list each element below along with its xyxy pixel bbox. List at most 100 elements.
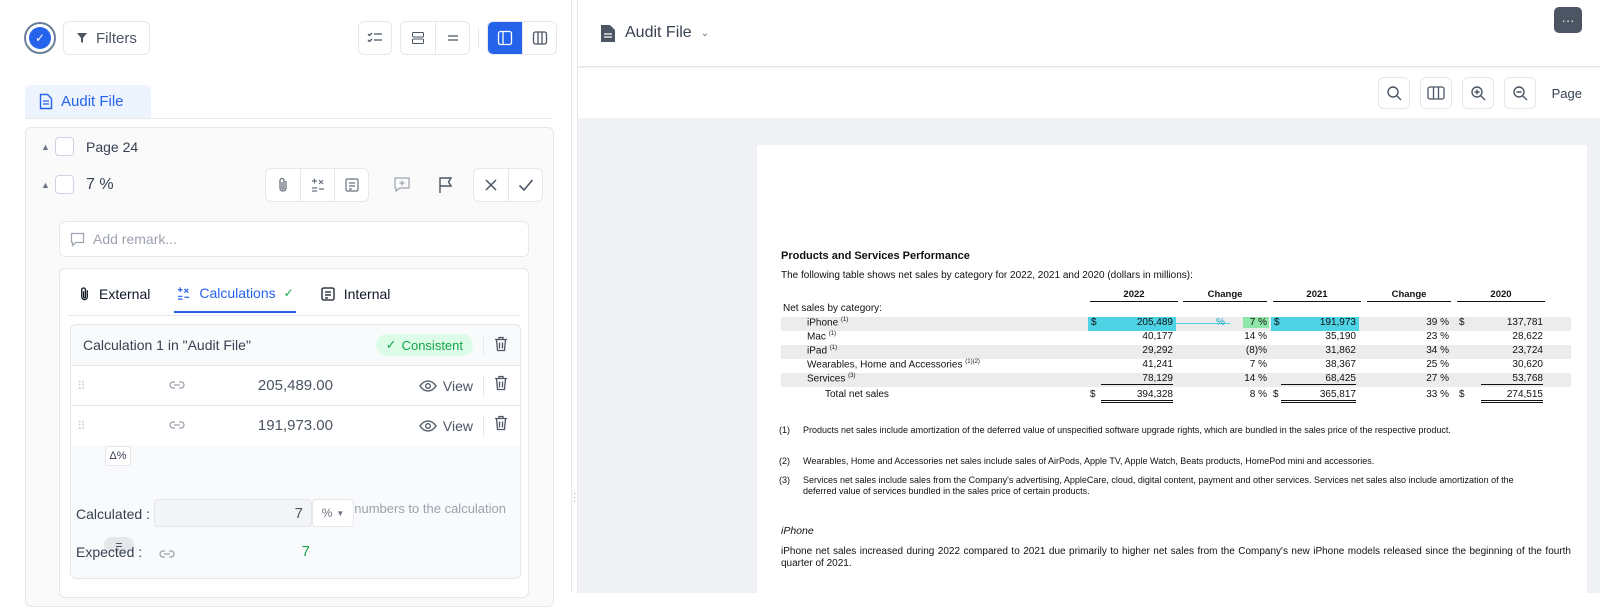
value-2021: 35,190 xyxy=(1325,331,1356,342)
notes-icon xyxy=(344,178,359,192)
row-label: Mac (1) xyxy=(807,331,836,342)
zoom-out-button[interactable] xyxy=(1503,77,1536,109)
filter-icon xyxy=(77,33,87,43)
zoom-in-button[interactable] xyxy=(1461,77,1494,109)
reject-button[interactable] xyxy=(474,169,508,201)
value-2020: 137,781 xyxy=(1506,317,1543,328)
dollar-sign: $ xyxy=(1459,317,1465,328)
sidebar-layout-icon xyxy=(497,30,513,46)
drag-handle-icon[interactable]: ⠿ xyxy=(77,419,91,433)
calculation-header: Calculation 1 in "Audit File" ✓ Consiste… xyxy=(71,325,520,365)
calculation-button[interactable] xyxy=(300,169,334,201)
dollar-sign: $ xyxy=(1273,389,1279,400)
table-header: 2022 xyxy=(1090,289,1178,302)
check-circle-icon: ✓ xyxy=(29,27,51,49)
view-button[interactable]: View xyxy=(419,418,473,434)
tab-internal[interactable]: Internal xyxy=(318,281,393,313)
row-label-text: iPhone xyxy=(807,317,839,329)
document-title[interactable]: Audit File xyxy=(625,24,692,42)
columns-layout-button[interactable] xyxy=(522,22,556,54)
change-2022: 8 % xyxy=(1249,389,1267,400)
trash-icon xyxy=(495,375,507,391)
drag-dots-icon: · · · xyxy=(573,488,577,507)
delete-number-button[interactable] xyxy=(483,415,508,436)
flag-icon xyxy=(439,177,453,193)
item-row: ▲ 7 % xyxy=(41,175,114,194)
logo[interactable]: ✓ xyxy=(24,22,56,54)
compact-rows-button[interactable] xyxy=(435,22,469,54)
evidence-panel: External Calculations ✓ Internal Calcula… xyxy=(59,268,529,598)
internal-button[interactable] xyxy=(334,169,368,201)
calc-number-value[interactable]: 205,489.00 xyxy=(193,377,333,394)
page-indicator[interactable]: Page xyxy=(1552,86,1582,101)
app: ✓ Filters Audit File ▲ Page 24 ▲ 7 % Add… xyxy=(0,0,1600,613)
footnote-number: (2) xyxy=(779,456,790,466)
delete-number-button[interactable] xyxy=(483,375,508,396)
approve-button[interactable] xyxy=(508,169,542,201)
row-label: iPhone (1) xyxy=(807,317,848,328)
highlight-2021[interactable]: $ 191,973 xyxy=(1271,317,1359,331)
link-icon[interactable] xyxy=(169,377,185,395)
dollar-sign: $ xyxy=(1459,389,1465,400)
more-menu-button[interactable]: ··· xyxy=(1554,7,1582,33)
tab-audit-file[interactable]: Audit File xyxy=(25,85,151,118)
footnote: (3) Services net sales include sales fro… xyxy=(779,475,1543,497)
add-comment-button[interactable] xyxy=(385,169,419,201)
value-2021: 365,817 xyxy=(1281,389,1356,403)
toolbar-divider xyxy=(478,28,479,48)
item-checkbox[interactable] xyxy=(55,175,74,194)
checklist-button[interactable] xyxy=(358,21,392,55)
single-panel-button[interactable] xyxy=(488,22,522,54)
row-view-toggle xyxy=(400,21,470,55)
calculation-title: Calculation 1 in "Audit File" xyxy=(83,337,251,353)
operator-badge[interactable]: Δ% xyxy=(105,446,131,466)
remark-input[interactable]: Add remark... xyxy=(59,221,529,257)
row-footnote: (3) xyxy=(848,373,856,379)
view-button[interactable]: View xyxy=(419,378,473,394)
delete-calculation-button[interactable] xyxy=(483,335,508,355)
filters-label: Filters xyxy=(96,29,137,47)
doc-subheading: iPhone xyxy=(781,525,814,537)
tabs-divider xyxy=(68,315,520,316)
tab-calculations[interactable]: Calculations ✓ xyxy=(174,281,296,313)
tab-audit-file-label: Audit File xyxy=(61,93,124,110)
unit-label: % xyxy=(321,506,333,520)
table-header: Change xyxy=(1183,289,1267,302)
tab-external[interactable]: External xyxy=(76,281,152,313)
close-icon xyxy=(485,179,497,191)
attachment-button[interactable] xyxy=(266,169,300,201)
link-icon[interactable] xyxy=(159,546,175,564)
rows-icon xyxy=(412,32,424,44)
expanded-rows-button[interactable] xyxy=(401,22,435,54)
change-2022[interactable]: 7 % xyxy=(1243,317,1269,328)
page-checkbox[interactable] xyxy=(55,137,74,156)
change-2022: 14 % xyxy=(1244,331,1267,342)
drag-handle-icon[interactable]: ⠿ xyxy=(77,379,91,393)
search-button[interactable] xyxy=(1377,77,1410,109)
flag-button[interactable] xyxy=(429,169,463,201)
table-row: iPad (1) 29,292 (8)% 31,862 34 % 23,724 xyxy=(781,345,1571,359)
trash-icon xyxy=(495,336,507,351)
columns-button[interactable] xyxy=(1419,77,1452,109)
zoom-out-icon xyxy=(1512,86,1528,101)
value-2022: 394,328 xyxy=(1101,389,1173,403)
chevron-down-icon[interactable]: ⌄ xyxy=(701,28,709,39)
filters-button[interactable]: Filters xyxy=(63,21,150,55)
table-row: Wearables, Home and Accessories (1)(2) 4… xyxy=(781,359,1571,373)
calculation-card: Calculation 1 in "Audit File" ✓ Consiste… xyxy=(70,324,521,579)
right-panel: Audit File ⌄ ··· Page Products and Servi… xyxy=(578,0,1600,605)
caret-up-icon[interactable]: ▲ xyxy=(41,142,55,152)
expected-value[interactable]: 7 xyxy=(250,543,310,560)
page-label: Page 24 xyxy=(86,138,139,155)
link-icon[interactable] xyxy=(169,417,185,435)
remark-placeholder: Add remark... xyxy=(93,231,178,247)
status-label: Consistent xyxy=(401,337,463,353)
row-footnote: (1) xyxy=(840,317,849,323)
calc-number-value[interactable]: 191,973.00 xyxy=(193,417,333,434)
panel-resize-handle[interactable]: · · · xyxy=(571,0,578,593)
value-2022: 29,292 xyxy=(1142,345,1173,356)
highlight-2022[interactable]: $ 205,489 xyxy=(1088,317,1176,331)
unit-select[interactable]: % ▼ xyxy=(312,499,354,527)
checklist-icon xyxy=(367,32,382,43)
caret-up-icon[interactable]: ▲ xyxy=(41,180,55,190)
